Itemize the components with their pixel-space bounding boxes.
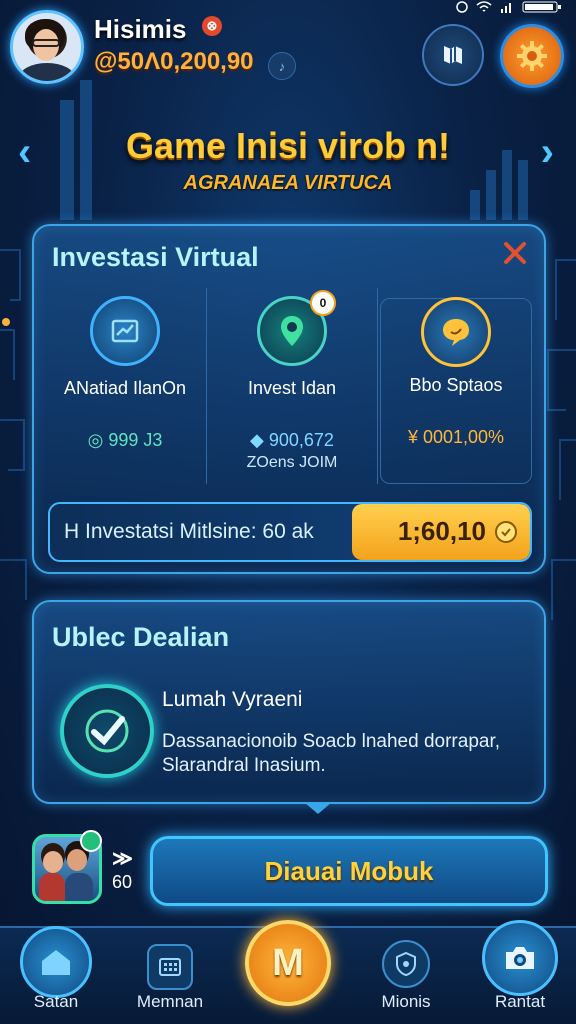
investment-option-1[interactable]: ANatiad IlanOn ◎ 999 J3	[44, 288, 206, 484]
option-label: Bbo Sptaos	[409, 375, 503, 395]
home-icon	[20, 926, 92, 998]
option-label: ANatiad IlanOn	[63, 378, 187, 398]
nav-camera-label: Rantat	[494, 992, 546, 1011]
investment-panel-title: Investasi Virtual	[52, 242, 259, 272]
investment-progress-bar[interactable]: H Investatsi Mitlsine: 60 ak 1;60,10	[48, 502, 532, 562]
option-value: ¥ 0001,00%	[407, 427, 505, 447]
online-badge-icon	[80, 830, 102, 852]
header: Hisimis ⊗ @50Λ0,200,90 ♪	[10, 10, 564, 88]
nav-camera[interactable]: Rantat	[470, 920, 570, 1024]
investment-option-2[interactable]: 0 Invest Idan ◆ 900,672 ZOens JOIM	[206, 288, 378, 484]
option-badge: 0	[310, 290, 336, 316]
update-panel: Ublec Dealian Lumah Vyraeni Dassanaciono…	[32, 600, 546, 814]
option-value: ◎ 999 J3	[87, 430, 163, 450]
friends-arrow: ≫	[112, 848, 133, 870]
option-subtext: ZOens JOIM	[246, 454, 338, 471]
settings-button[interactable]	[500, 24, 564, 88]
gear-icon	[517, 41, 547, 71]
camera-icon	[482, 920, 558, 996]
map-button[interactable]	[422, 24, 484, 86]
nav-center[interactable]: M	[238, 920, 338, 1024]
update-heading: Lumah Vyraeni	[162, 688, 303, 711]
option-label: Invest Idan	[247, 378, 337, 398]
map-icon	[444, 46, 462, 64]
investment-option-3[interactable]: Bbo Sptaos ¥ 0001,00%	[380, 297, 532, 484]
chart-icon	[90, 296, 160, 366]
currency-music-icon[interactable]: ♪	[268, 52, 296, 80]
shield-icon	[382, 940, 430, 988]
nav-menu-label: Memnan	[136, 992, 204, 1011]
panel-pointer	[304, 802, 332, 814]
option-value: ◆ 900,672	[250, 430, 334, 450]
investment-panel: Investasi Virtual ANatiad IlanOn ◎ 999 J…	[32, 224, 546, 574]
player-name: Hisimis	[94, 14, 187, 44]
name-badge: ⊗	[202, 16, 222, 36]
check-icon	[60, 684, 154, 778]
nav-missions[interactable]: Mionis	[356, 928, 456, 1024]
main-action-glyph: M	[272, 941, 304, 984]
bottom-navigation: Satan Memnan M Mionis Rantat	[0, 920, 576, 1024]
player-avatar[interactable]	[10, 10, 84, 84]
nav-menu[interactable]: Memnan	[120, 928, 220, 1024]
investment-progress-amount: 1;60,10	[397, 516, 486, 546]
grid-icon	[147, 944, 193, 990]
nav-home[interactable]: Satan	[6, 926, 106, 1024]
main-action-icon: M	[245, 920, 331, 1006]
chat-bubble-icon	[421, 297, 491, 367]
game-title: Game Inisi virob n!	[125, 125, 451, 166]
friends-count: 60	[112, 872, 133, 892]
currency-amount: @50Λ0,200,90	[94, 48, 254, 75]
coin-icon	[495, 521, 517, 543]
nav-home-label: Satan	[33, 992, 79, 1011]
update-panel-title: Ublec Dealian	[52, 622, 230, 652]
game-subtitle: AGRANAEA VIRTUCA	[183, 172, 393, 194]
close-icon[interactable]	[500, 238, 530, 268]
update-description: Dassanacionoib Soacb lnahed dorrapar, Sl…	[162, 731, 501, 776]
play-button[interactable]: Diauai Mobuk	[150, 836, 548, 906]
nav-missions-label: Mionis	[381, 992, 431, 1011]
investment-progress-label: H Investatsi Mitlsine: 60 ak	[64, 520, 314, 543]
